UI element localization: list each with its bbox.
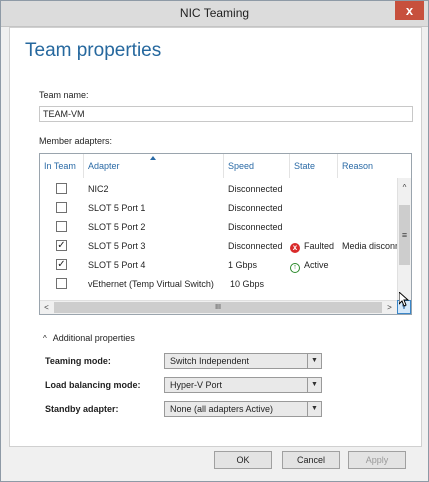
column-header-in-team[interactable]: In Team: [40, 154, 84, 178]
additional-properties-toggle[interactable]: ^ Additional properties: [43, 333, 135, 343]
page-title: Team properties: [25, 40, 162, 61]
adapter-speed: Disconnected: [228, 203, 283, 213]
cancel-button[interactable]: Cancel: [282, 451, 340, 469]
sort-ascending-icon: [150, 156, 156, 160]
teaming-mode-select[interactable]: Switch Independent ▼: [164, 353, 322, 369]
apply-button[interactable]: Apply: [348, 451, 406, 469]
horizontal-scroll-thumb[interactable]: III: [54, 302, 382, 313]
adapter-state: ↑ Active: [290, 256, 342, 275]
adapter-name: SLOT 5 Port 2: [88, 222, 146, 232]
dropdown-arrow-icon: ▼: [307, 378, 321, 392]
member-adapters-label: Member adapters:: [39, 136, 113, 146]
dropdown-arrow-icon: ▼: [307, 354, 321, 368]
faulted-icon: x: [290, 243, 300, 253]
load-balancing-mode-value: Hyper-V Port: [170, 380, 223, 390]
active-icon: ↑: [290, 263, 300, 273]
dropdown-arrow-icon: ▼: [307, 402, 321, 416]
adapter-state: x Faulted: [290, 237, 342, 256]
adapter-speed: Disconnected: [228, 184, 283, 194]
standby-adapter-select[interactable]: None (all adapters Active) ▼: [164, 401, 322, 417]
table-row[interactable]: ✓ SLOT 5 Port 4 1 Gbps ↑ Active: [40, 256, 397, 275]
load-balancing-mode-label: Load balancing mode:: [45, 380, 141, 390]
standby-adapter-label: Standby adapter:: [45, 404, 119, 414]
mouse-pointer-icon: [398, 290, 410, 310]
state-text: Active: [304, 260, 329, 270]
table-row[interactable]: ✓ SLOT 5 Port 3 Disconnected x Faulted Me…: [40, 237, 397, 256]
in-team-checkbox[interactable]: [56, 221, 67, 232]
in-team-checkbox[interactable]: [56, 183, 67, 194]
column-header-state[interactable]: State: [290, 154, 338, 178]
scroll-grip-icon: ≡: [401, 230, 408, 240]
scroll-right-icon[interactable]: >: [383, 301, 396, 314]
in-team-checkbox[interactable]: ✓: [56, 240, 67, 251]
column-header-reason[interactable]: Reason: [338, 154, 397, 178]
horizontal-scrollbar[interactable]: < III >: [40, 300, 397, 314]
teaming-mode-value: Switch Independent: [170, 356, 250, 366]
table-row[interactable]: SLOT 5 Port 2 Disconnected: [40, 218, 397, 237]
in-team-checkbox[interactable]: [56, 278, 67, 289]
adapter-speed: Disconnected: [228, 222, 283, 232]
member-adapters-grid: In Team Adapter Speed State Reason NIC2 …: [39, 153, 412, 315]
standby-adapter-value: None (all adapters Active): [170, 404, 274, 414]
team-name-label: Team name:: [39, 90, 89, 100]
nic-teaming-dialog: NIC Teaming x Team properties Team name:…: [0, 0, 429, 482]
table-row[interactable]: SLOT 5 Port 1 Disconnected: [40, 199, 397, 218]
chevron-up-icon: ^: [43, 334, 47, 343]
scroll-up-icon[interactable]: ^: [398, 181, 411, 194]
table-row[interactable]: NIC2 Disconnected: [40, 180, 397, 199]
adapter-name: SLOT 5 Port 3: [88, 241, 146, 251]
window-title: NIC Teaming: [179, 6, 250, 20]
column-header-speed[interactable]: Speed: [224, 154, 290, 178]
adapter-name: vEthernet (Temp Virtual Switch): [88, 279, 214, 289]
close-button[interactable]: x: [395, 1, 424, 20]
adapter-speed: 10 Gbps: [230, 279, 265, 289]
team-name-input[interactable]: TEAM-VM: [39, 106, 413, 122]
adapter-speed: Disconnected: [228, 241, 283, 251]
adapter-name: SLOT 5 Port 4: [88, 260, 146, 270]
adapter-reason: Media disconnected: [342, 241, 397, 251]
adapter-name: NIC2: [88, 184, 109, 194]
additional-properties-label: Additional properties: [52, 333, 135, 343]
teaming-mode-label: Teaming mode:: [45, 356, 111, 366]
title-bar[interactable]: NIC Teaming x: [1, 1, 428, 27]
scroll-left-icon[interactable]: <: [40, 301, 53, 314]
adapter-speed: 1 Gbps: [228, 260, 258, 270]
vertical-scroll-thumb[interactable]: ≡: [399, 205, 410, 265]
in-team-checkbox[interactable]: [56, 202, 67, 213]
adapter-name: SLOT 5 Port 1: [88, 203, 146, 213]
load-balancing-mode-select[interactable]: Hyper-V Port ▼: [164, 377, 322, 393]
in-team-checkbox[interactable]: ✓: [56, 259, 67, 270]
vertical-scrollbar[interactable]: ^ ≡: [397, 178, 411, 300]
table-row[interactable]: vEthernet (Temp Virtual Switch) 10 Gbps: [40, 275, 397, 294]
dialog-content: Team properties Team name: TEAM-VM Membe…: [9, 27, 422, 447]
state-text: Faulted: [304, 241, 335, 251]
ok-button[interactable]: OK: [214, 451, 272, 469]
